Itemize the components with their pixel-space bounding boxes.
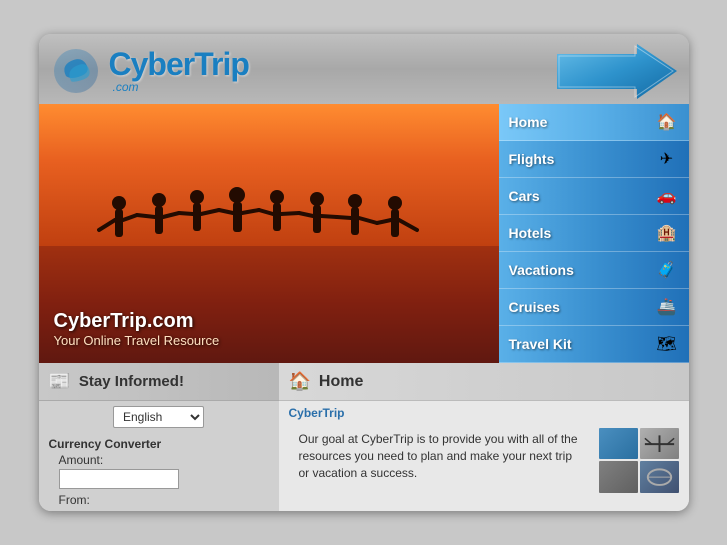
hero-title: CyberTrip.com <box>54 310 220 333</box>
flights-nav-icon: ✈ <box>655 147 679 171</box>
logo-icon <box>51 46 101 96</box>
hotels-nav-icon: 🏨 <box>655 221 679 245</box>
nav-item-cars[interactable]: Cars 🚗 <box>499 178 689 215</box>
people-silhouettes <box>39 185 499 265</box>
nav-item-cruises[interactable]: Cruises 🚢 <box>499 289 689 326</box>
currency-from-label: From: <box>59 493 269 507</box>
header: CyberTrip .com <box>39 34 689 104</box>
header-arrow <box>557 44 677 99</box>
logo-area: CyberTrip .com <box>51 46 249 96</box>
brand-name: CyberTrip <box>279 401 689 423</box>
nav-item-travelkit[interactable]: Travel Kit 🗺 <box>499 326 689 363</box>
travelkit-nav-icon: 🗺 <box>655 332 679 356</box>
home-images-grid <box>599 428 679 483</box>
home-description: Our goal at CyberTrip is to provide you … <box>289 428 591 484</box>
nav-item-flights[interactable]: Flights ✈ <box>499 141 689 178</box>
stay-informed-bar: 📰 Stay Informed! <box>39 363 279 401</box>
logo-cyber: Cyber <box>109 46 195 82</box>
home-image-2 <box>640 428 679 459</box>
nav-item-vacations[interactable]: Vacations 🧳 <box>499 252 689 289</box>
home-image-4 <box>640 461 679 492</box>
logo-com: .com <box>113 80 249 94</box>
hero-section: CyberTrip.com Your Online Travel Resourc… <box>39 104 499 363</box>
stay-informed-title: Stay Informed! <box>79 373 184 390</box>
currency-section: Currency Converter Amount: From: <box>39 433 279 511</box>
bottom-left: 📰 Stay Informed! English Spanish French … <box>39 363 279 511</box>
logo-trip: Trip <box>194 46 249 82</box>
stay-informed-icon: 📰 <box>49 371 71 392</box>
cars-nav-icon: 🚗 <box>655 184 679 208</box>
currency-amount-input[interactable] <box>59 469 179 489</box>
hero-text: CyberTrip.com Your Online Travel Resourc… <box>54 310 220 348</box>
nav-label-home: Home <box>509 114 655 130</box>
currency-title: Currency Converter <box>49 437 269 451</box>
home-bar-icon: 🏠 <box>289 371 311 392</box>
home-bar-title: Home <box>319 373 363 391</box>
nav-item-home[interactable]: Home 🏠 <box>499 104 689 141</box>
vacations-nav-icon: 🧳 <box>655 258 679 282</box>
currency-amount-label: Amount: <box>59 453 269 467</box>
home-image-1 <box>599 428 638 459</box>
main-container: CyberTrip .com <box>39 34 689 511</box>
home-bar: 🏠 Home <box>279 363 689 401</box>
lang-select-row: English Spanish French <box>39 401 279 433</box>
bottom-right: 🏠 Home CyberTrip Our goal at CyberTrip i… <box>279 363 689 511</box>
nav-label-travelkit: Travel Kit <box>509 336 655 352</box>
logo-title: CyberTrip <box>109 48 249 80</box>
nav-label-vacations: Vacations <box>509 262 655 278</box>
nav-label-cruises: Cruises <box>509 299 655 315</box>
hero-subtitle: Your Online Travel Resource <box>54 333 220 348</box>
content-area: CyberTrip.com Your Online Travel Resourc… <box>39 104 689 363</box>
cruises-nav-icon: 🚢 <box>655 295 679 319</box>
home-image-3 <box>599 461 638 492</box>
nav-label-flights: Flights <box>509 151 655 167</box>
logo-text: CyberTrip .com <box>109 48 249 94</box>
language-select[interactable]: English Spanish French <box>113 406 204 428</box>
bottom-area: 📰 Stay Informed! English Spanish French … <box>39 363 689 511</box>
home-bottom-content: Our goal at CyberTrip is to provide you … <box>279 423 689 489</box>
nav-sidebar: Home 🏠 Flights ✈ Cars 🚗 Hotels 🏨 Vacatio… <box>499 104 689 363</box>
nav-label-hotels: Hotels <box>509 225 655 241</box>
home-nav-icon: 🏠 <box>655 110 679 134</box>
nav-label-cars: Cars <box>509 188 655 204</box>
nav-item-hotels[interactable]: Hotels 🏨 <box>499 215 689 252</box>
